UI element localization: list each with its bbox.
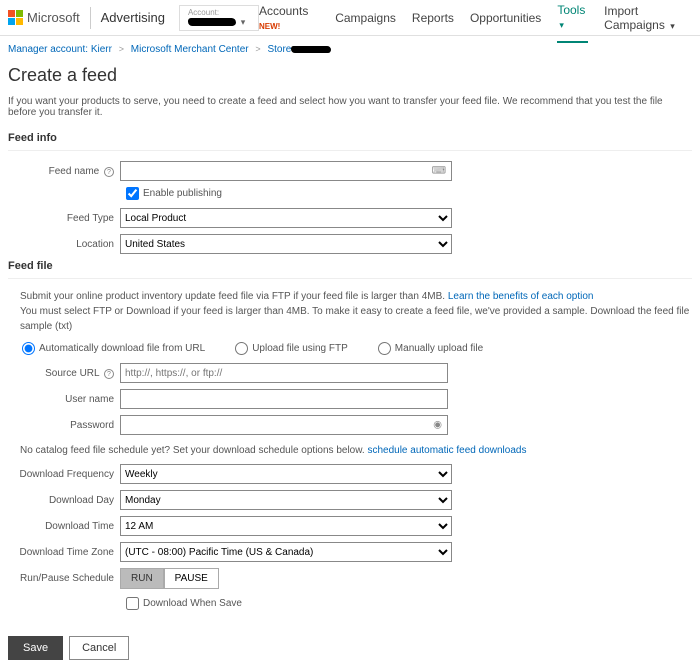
section-divider <box>8 278 692 279</box>
microsoft-logo: Microsoft <box>8 10 80 25</box>
pause-button[interactable]: PAUSE <box>164 568 219 589</box>
radio-manual[interactable]: Manually upload file <box>378 342 483 355</box>
nav-reports[interactable]: Reports <box>412 1 454 35</box>
brand-text: Microsoft <box>27 10 80 25</box>
download-time-select[interactable]: 12 AM <box>120 516 452 536</box>
page-footer: Save Cancel <box>0 626 700 670</box>
location-select[interactable]: United States <box>120 234 452 254</box>
row-download-time: Download Time 12 AM <box>8 516 692 536</box>
chevron-right-icon: > <box>119 44 124 54</box>
label-source-url: Source URL ? <box>8 368 120 379</box>
keyboard-icon: ⌨ <box>432 166 446 177</box>
username-input[interactable] <box>120 389 448 409</box>
row-download-frequency: Download Frequency Weekly <box>8 464 692 484</box>
row-password: Password ◉ <box>8 415 692 435</box>
nav-tools[interactable]: Tools ▾ <box>557 0 588 43</box>
label-download-when-save: Download When Save <box>143 598 242 609</box>
password-input[interactable] <box>120 415 448 435</box>
download-timezone-select[interactable]: (UTC - 08:00) Pacific Time (US & Canada) <box>120 542 452 562</box>
help-icon[interactable]: ? <box>104 167 114 177</box>
row-run-pause: Run/Pause Schedule RUN PAUSE <box>8 568 692 589</box>
feed-type-select[interactable]: Local Product <box>120 208 452 228</box>
feed-name-input[interactable] <box>120 161 452 181</box>
row-feed-type: Feed Type Local Product <box>8 208 692 228</box>
breadcrumb-manager[interactable]: Manager account: Kierr <box>8 44 112 55</box>
chevron-down-icon: ▾ <box>559 20 564 30</box>
run-button[interactable]: RUN <box>120 568 164 589</box>
upload-method-radios: Automatically download file from URL Upl… <box>22 342 692 355</box>
nav-campaigns[interactable]: Campaigns <box>335 1 396 35</box>
account-name-redacted <box>188 18 236 26</box>
label-download-frequency: Download Frequency <box>8 469 120 480</box>
label-run-pause: Run/Pause Schedule <box>8 573 120 584</box>
breadcrumb-store[interactable]: Store <box>267 44 291 55</box>
nav-opportunities[interactable]: Opportunities <box>470 1 541 35</box>
main-nav: Accounts NEW! Campaigns Reports Opportun… <box>259 0 692 43</box>
section-feed-info: Feed info <box>8 132 692 144</box>
row-source-url: Source URL ? <box>8 363 692 383</box>
eye-icon[interactable]: ◉ <box>433 420 442 431</box>
row-download-day: Download Day Monday <box>8 490 692 510</box>
chevron-down-icon: ▾ <box>670 21 675 31</box>
header-divider <box>90 7 91 29</box>
download-when-save-checkbox[interactable] <box>126 597 139 610</box>
schedule-description: No catalog feed file schedule yet? Set y… <box>20 445 692 456</box>
section-divider <box>8 150 692 151</box>
label-download-day: Download Day <box>8 495 120 506</box>
store-name-redacted <box>291 46 331 53</box>
save-button[interactable]: Save <box>8 636 63 660</box>
row-username: User name <box>8 389 692 409</box>
ms-logo-icon <box>8 10 23 25</box>
nav-import-campaigns[interactable]: Import Campaigns ▾ <box>604 0 692 42</box>
page-body: Create a feed If you want your products … <box>0 61 700 626</box>
breadcrumb-merchant-center[interactable]: Microsoft Merchant Center <box>131 44 249 55</box>
help-icon[interactable]: ? <box>104 369 114 379</box>
cancel-button[interactable]: Cancel <box>69 636 129 660</box>
row-enable-publishing: Enable publishing <box>126 187 692 200</box>
feed-file-description: Submit your online product inventory upd… <box>20 289 692 334</box>
label-username: User name <box>8 394 120 405</box>
account-label: Account: <box>188 8 250 17</box>
row-feed-name: Feed name ? ⌨ <box>8 161 692 181</box>
download-day-select[interactable]: Monday <box>120 490 452 510</box>
radio-auto-download[interactable]: Automatically download file from URL <box>22 342 205 355</box>
radio-ftp[interactable]: Upload file using FTP <box>235 342 348 355</box>
label-enable-publishing: Enable publishing <box>143 188 222 199</box>
section-feed-file: Feed file <box>8 260 692 272</box>
schedule-link[interactable]: schedule automatic feed downloads <box>367 445 526 456</box>
page-title: Create a feed <box>8 65 692 86</box>
global-header: Microsoft Advertising Account: ▾ Account… <box>0 0 700 36</box>
account-switcher[interactable]: Account: ▾ <box>179 5 259 31</box>
row-download-timezone: Download Time Zone (UTC - 08:00) Pacific… <box>8 542 692 562</box>
enable-publishing-checkbox[interactable] <box>126 187 139 200</box>
label-download-time: Download Time <box>8 521 120 532</box>
label-password: Password <box>8 420 120 431</box>
label-download-timezone: Download Time Zone <box>8 547 120 558</box>
source-url-input[interactable] <box>120 363 448 383</box>
new-badge: NEW! <box>259 22 280 31</box>
label-feed-type: Feed Type <box>8 213 120 224</box>
row-download-when-save: Download When Save <box>126 597 692 610</box>
nav-accounts[interactable]: Accounts NEW! <box>259 0 319 42</box>
label-location: Location <box>8 239 120 250</box>
chevron-right-icon: > <box>255 44 260 54</box>
chevron-down-icon: ▾ <box>241 17 246 27</box>
row-location: Location United States <box>8 234 692 254</box>
learn-benefits-link[interactable]: Learn the benefits of each option <box>448 291 594 302</box>
label-feed-name: Feed name ? <box>8 166 120 177</box>
page-intro: If you want your products to serve, you … <box>8 96 692 118</box>
download-frequency-select[interactable]: Weekly <box>120 464 452 484</box>
product-name: Advertising <box>101 10 165 25</box>
